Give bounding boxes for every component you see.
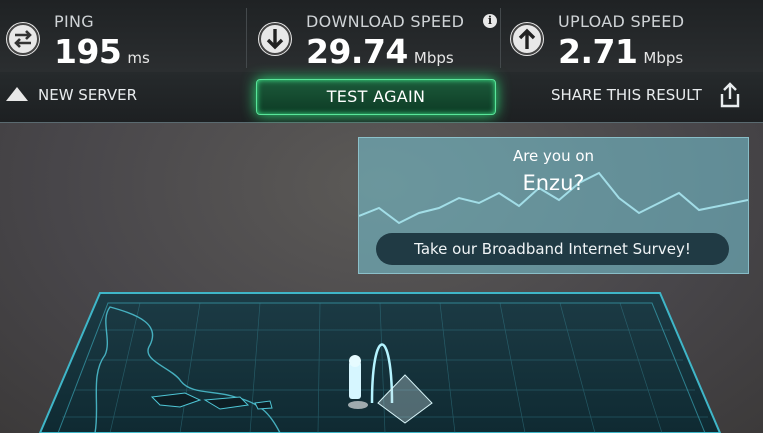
download-arrow-icon (258, 22, 292, 56)
ping-arrows-icon (6, 22, 40, 56)
survey-cta-button[interactable]: Take our Broadband Internet Survey! (376, 233, 729, 265)
upload-stat: UPLOAD SPEED 2.71 Mbps (504, 0, 763, 72)
ping-unit: ms (127, 49, 150, 67)
server-map[interactable] (0, 285, 763, 433)
new-server-button[interactable]: NEW SERVER (6, 86, 137, 104)
results-topbar: PING 195 ms DOWNLOAD SPEED 29.74 Mbps i UP… (0, 0, 763, 73)
divider (500, 8, 501, 68)
survey-question-line2: Enzu? (522, 171, 585, 195)
upload-unit: Mbps (643, 49, 684, 67)
upload-value: 2.71 Mbps (558, 32, 684, 71)
divider (246, 8, 247, 68)
new-server-label: NEW SERVER (38, 86, 138, 104)
test-again-button[interactable]: TEST AGAIN (256, 79, 496, 115)
download-stat: DOWNLOAD SPEED 29.74 Mbps (252, 0, 498, 72)
survey-question-line1: Are you on (512, 147, 595, 165)
share-icon[interactable] (718, 82, 742, 108)
download-unit: Mbps (413, 49, 454, 67)
info-icon[interactable]: i (483, 14, 497, 28)
upload-label: UPLOAD SPEED (558, 12, 685, 31)
survey-banner[interactable]: Are you on Enzu? Take our Broadband Inte… (358, 137, 749, 274)
triangle-icon (6, 87, 28, 101)
ping-value: 195 ms (54, 32, 150, 71)
ping-label: PING (54, 12, 94, 31)
upload-arrow-icon (510, 22, 544, 56)
share-result-button[interactable]: SHARE THIS RESULT (551, 86, 702, 104)
download-value: 29.74 Mbps (306, 32, 454, 71)
ping-stat: PING 195 ms (0, 0, 246, 72)
download-label: DOWNLOAD SPEED (306, 12, 465, 31)
